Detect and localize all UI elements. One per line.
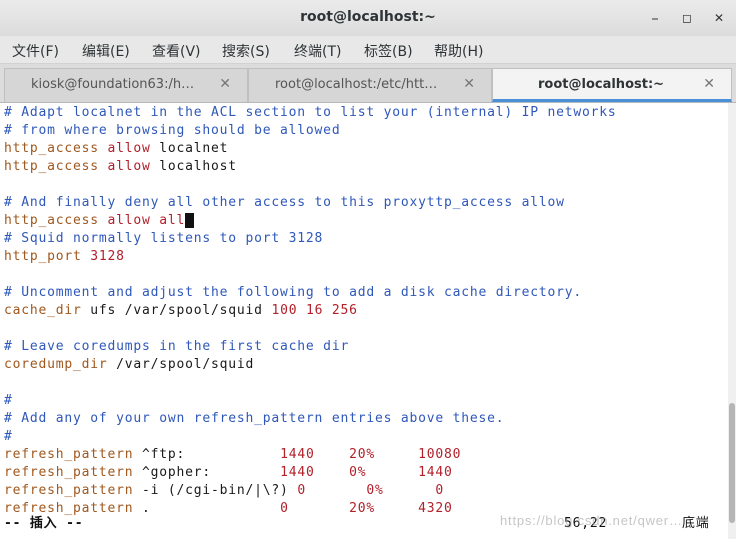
menu-view[interactable]: 查看(V) (152, 41, 201, 61)
tab-label: kiosk@foundation63:/h… (31, 77, 195, 92)
code-token: ufs /var/spool/squid (81, 303, 272, 318)
terminal-line: # Squid normally listens to port 3128 (4, 230, 323, 248)
code-token: # Adapt localnet in the ACL section to l… (4, 105, 617, 120)
code-token: allow (107, 141, 151, 156)
menu-file[interactable]: 文件(F) (12, 41, 59, 61)
code-token: http_access (4, 141, 108, 156)
code-token: ^gopher: (133, 465, 281, 480)
code-token: http_access (4, 213, 108, 228)
terminal-line: http_port 3128 (4, 248, 125, 266)
code-token: # (4, 393, 13, 408)
tab-label: root@localhost:/etc/htt… (275, 77, 438, 92)
minimize-icon[interactable]: ⎯ (646, 9, 664, 27)
code-token: # Squid normally listens to port 3128 (4, 231, 324, 246)
code-token: 1440 0% 1440 (280, 465, 453, 480)
tab-close-icon[interactable]: ✕ (703, 76, 715, 92)
terminal-line: # And finally deny all other access to t… (4, 194, 565, 212)
menu-tabs[interactable]: 标签(B) (364, 41, 413, 61)
code-token: localnet (150, 141, 229, 156)
tab-bar: kiosk@foundation63:/h… ✕ root@localhost:… (0, 64, 736, 103)
terminal-line: # from where browsing should be allowed (4, 122, 340, 140)
code-token: localhost (150, 159, 237, 174)
menu-search[interactable]: 搜索(S) (222, 41, 270, 61)
terminal-line: refresh_pattern ^ftp: 1440 20% 10080 (4, 446, 461, 464)
tab-etc-htt[interactable]: root@localhost:/etc/htt… ✕ (248, 68, 492, 102)
terminal-line: cache_dir ufs /var/spool/squid 100 16 25… (4, 302, 358, 320)
tab-kiosk[interactable]: kiosk@foundation63:/h… ✕ (4, 68, 248, 102)
code-token: /var/spool/squid (107, 357, 255, 372)
code-token: 3128 (90, 249, 125, 264)
terminal-line: coredump_dir /var/spool/squid (4, 356, 254, 374)
code-token: http_port (4, 249, 91, 264)
window-titlebar[interactable]: root@localhost:~ ⎯ ◻ ✕ (0, 0, 736, 37)
code-token: refresh_pattern (4, 465, 134, 480)
code-token: refresh_pattern (4, 483, 134, 498)
code-token: http_access (4, 159, 108, 174)
code-token: # Uncomment and adjust the following to … (4, 285, 582, 300)
menu-edit[interactable]: 编辑(E) (82, 41, 130, 61)
terminal-view[interactable]: -- 插入 -- 56,22 底端 https://blog.csdn.net/… (0, 103, 736, 539)
terminal-line: http_access allow all (4, 212, 194, 230)
terminal-line: http_access allow localnet (4, 140, 228, 158)
code-token: # Add any of your own refresh_pattern en… (4, 411, 505, 426)
close-window-icon[interactable]: ✕ (710, 9, 728, 27)
code-token: # Leave coredumps in the first cache dir (4, 339, 350, 354)
text-cursor (185, 213, 194, 228)
code-token: # And finally deny all other access to t… (4, 195, 565, 210)
maximize-icon[interactable]: ◻ (678, 9, 696, 27)
code-token: ^ftp: (133, 447, 281, 462)
code-token: coredump_dir (4, 357, 108, 372)
tab-root-home[interactable]: root@localhost:~ ✕ (492, 68, 732, 102)
code-token: 1440 20% 10080 (280, 447, 462, 462)
menu-bar: 文件(F) 编辑(E) 查看(V) 搜索(S) 终端(T) 标签(B) 帮助(H… (0, 36, 736, 64)
tab-close-icon[interactable]: ✕ (463, 76, 475, 92)
code-token: # from where browsing should be allowed (4, 123, 341, 138)
code-token: . (133, 501, 281, 516)
terminal-line: # (4, 428, 13, 446)
terminal-line: refresh_pattern ^gopher: 1440 0% 1440 (4, 464, 453, 482)
terminal-line: refresh_pattern -i (/cgi-bin/|\?) 0 0% 0 (4, 482, 444, 500)
vim-mode: -- 插入 -- (4, 516, 84, 531)
code-token: refresh_pattern (4, 447, 134, 462)
terminal-line: refresh_pattern . 0 20% 4320 (4, 500, 453, 518)
code-token: allow all (107, 213, 186, 228)
code-token: -i (/cgi-bin/|\?) (133, 483, 298, 498)
code-token: 0 0% 0 (297, 483, 444, 498)
terminal-line: # Leave coredumps in the first cache dir (4, 338, 349, 356)
code-token: # (4, 429, 13, 444)
terminal-line: # Add any of your own refresh_pattern en… (4, 410, 504, 428)
tab-close-icon[interactable]: ✕ (219, 76, 231, 92)
scrollbar-thumb[interactable] (729, 403, 735, 523)
terminal-scrollbar[interactable] (728, 103, 736, 539)
menu-terminal[interactable]: 终端(T) (294, 41, 341, 61)
window-title: root@localhost:~ (300, 9, 436, 25)
code-token: cache_dir (4, 303, 82, 318)
code-token: allow (107, 159, 151, 174)
terminal-line: # (4, 392, 13, 410)
terminal-line: # Adapt localnet in the ACL section to l… (4, 104, 617, 122)
scroll-position: 底端 (682, 516, 710, 531)
tab-label: root@localhost:~ (538, 77, 665, 92)
terminal-line: # Uncomment and adjust the following to … (4, 284, 582, 302)
code-token: refresh_pattern (4, 501, 134, 516)
code-token: 100 16 256 (271, 303, 358, 318)
code-token: 0 20% 4320 (280, 501, 453, 516)
terminal-line: http_access allow localhost (4, 158, 237, 176)
watermark: https://blog.csdn.net/qwer… (500, 513, 683, 528)
menu-help[interactable]: 帮助(H) (434, 41, 483, 61)
